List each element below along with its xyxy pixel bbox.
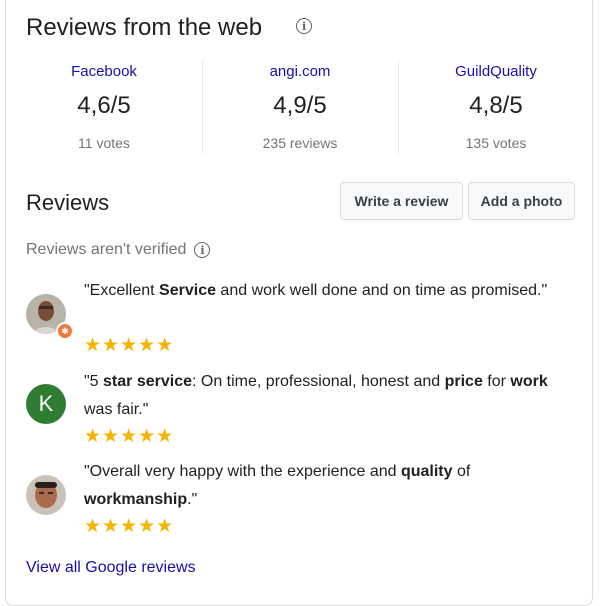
info-icon[interactable]: i	[296, 18, 313, 34]
avatar[interactable]	[26, 475, 66, 515]
web-reviews-title: Reviews from the web	[26, 14, 263, 41]
review-text: "5 star service: On time, professional, …	[84, 373, 548, 418]
view-all-reviews-link[interactable]: View all Google reviews	[26, 559, 196, 577]
web-review-sources: Facebook 4,6/5 11 votes angi.com 4,9/5 2…	[6, 58, 594, 156]
source-score: 4,6/5	[77, 92, 131, 119]
source-count: 135 votes	[465, 135, 527, 151]
star-rating: ★★★★★	[84, 426, 175, 447]
write-review-button[interactable]: Write a review	[340, 182, 463, 220]
add-photo-button[interactable]: Add a photo	[468, 182, 575, 220]
not-verified-notice: Reviews aren't verified i	[26, 241, 211, 259]
local-guide-badge-icon: ✱	[56, 322, 74, 340]
not-verified-text: Reviews aren't verified	[26, 241, 187, 258]
source-name-link[interactable]: angi.com	[202, 63, 398, 80]
web-reviews-header: Reviews from the web i	[26, 14, 313, 42]
source-name-link[interactable]: Facebook	[6, 63, 202, 80]
avatar[interactable]: K	[26, 384, 66, 424]
source-facebook: Facebook 4,6/5 11 votes	[6, 58, 202, 156]
source-name-link[interactable]: GuildQuality	[398, 63, 594, 80]
star-rating: ★★★★★	[84, 516, 175, 537]
source-count: 11 votes	[78, 135, 130, 151]
review-text: "Excellent Service and work well done an…	[84, 282, 548, 299]
source-score: 4,9/5	[273, 92, 327, 119]
reviews-title: Reviews	[26, 190, 110, 215]
source-guildquality: GuildQuality 4,8/5 135 votes	[398, 58, 594, 156]
star-rating: ★★★★★	[84, 335, 175, 356]
review-text: "Overall very happy with the experience …	[84, 463, 471, 508]
source-count: 235 reviews	[262, 135, 338, 151]
source-score: 4,8/5	[469, 92, 523, 119]
reviews-card: Reviews from the web i Facebook 4,6/5 11…	[5, 0, 593, 606]
info-icon[interactable]: i	[194, 242, 211, 258]
source-angi: angi.com 4,9/5 235 reviews	[202, 58, 398, 156]
